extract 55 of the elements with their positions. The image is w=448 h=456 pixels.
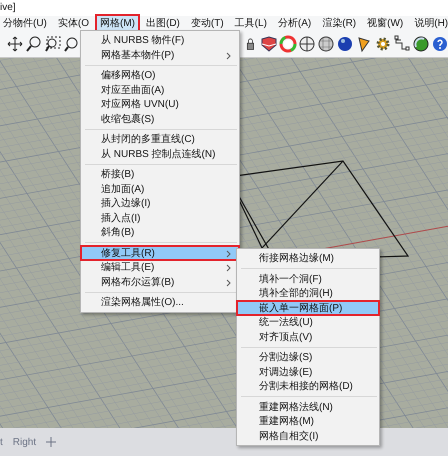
pan-icon[interactable] — [6, 35, 24, 53]
gear-icon[interactable] — [374, 35, 392, 53]
menu-item[interactable]: 编辑工具(E) — [81, 260, 239, 274]
menu-item[interactable]: 分割边缘(S) — [237, 350, 379, 364]
menu-bar-item[interactable]: 说明(H) — [411, 16, 448, 31]
menu-item[interactable]: 网格布尔运算(B) — [81, 274, 239, 289]
viewport-tab[interactable]: Right — [12, 436, 36, 448]
menu-item[interactable]: 偏移网格(O) — [81, 68, 239, 82]
menu-item[interactable]: 对应网格 UVN(U) — [81, 97, 239, 112]
menu-item[interactable]: 收缩包裹(S) — [81, 112, 239, 126]
mesh-sphere-icon[interactable] — [317, 35, 335, 53]
menu-item[interactable]: 分割未相接的网格(D) — [237, 379, 379, 394]
menu-item[interactable]: 从 NURBS 物件(F) — [81, 33, 239, 48]
zoom-icon[interactable] — [25, 35, 43, 53]
menu-item[interactable]: 重建网格法线(N) — [237, 400, 379, 414]
menu-item[interactable]: 嵌入单一网格面(P) — [237, 300, 379, 315]
zoom-window-icon[interactable] — [44, 35, 62, 53]
color-wheel-icon[interactable] — [279, 35, 297, 53]
menu-bar-item[interactable]: 实体(O — [54, 16, 92, 31]
menu-bar-item[interactable]: 视窗(W) — [364, 16, 406, 31]
menu-item[interactable]: 填补全部的洞(H) — [237, 286, 379, 300]
menu-item[interactable]: 统一法线(U) — [237, 315, 379, 330]
shield-icon[interactable] — [260, 35, 278, 53]
menu-item[interactable]: 桥接(B) — [81, 167, 239, 182]
menu-item[interactable]: 追加面(A) — [81, 182, 239, 196]
menu-item[interactable]: 斜角(B) — [81, 225, 239, 240]
shaded-sphere-icon[interactable] — [336, 35, 354, 53]
menu-item[interactable]: 对应至曲面(A) — [81, 82, 239, 97]
menu-item[interactable]: 插入点(I) — [81, 210, 239, 225]
menu-item[interactable]: 网格基本物件(P) — [81, 48, 239, 62]
tree-icon[interactable] — [393, 35, 411, 53]
menu-item[interactable]: 渲染网格属性(O)... — [81, 295, 239, 310]
menu-item[interactable]: 从封闭的多重直线(C) — [81, 132, 239, 146]
menu-item[interactable]: 衔接网格边缘(M) — [237, 251, 379, 266]
viewport-tab[interactable]: t — [0, 436, 3, 448]
window-title: ive] — [0, 2, 16, 14]
menu-item[interactable]: 从 NURBS 控制点连线(N) — [81, 146, 239, 161]
menu-bar-item[interactable]: 渲染(R) — [319, 16, 360, 31]
menu-bar-item[interactable]: 分物件(U) — [0, 16, 50, 31]
menu-item[interactable]: 插入边缘(I) — [81, 196, 239, 210]
menu-item[interactable]: 重建网格(M) — [237, 414, 379, 428]
menu-bar-item[interactable]: 网格(M) — [97, 16, 138, 31]
menu-item[interactable]: 网格自相交(I) — [237, 428, 379, 443]
menu-item[interactable]: 对调边缘(E) — [237, 364, 379, 379]
sphere-icon[interactable] — [298, 35, 316, 53]
menu-item[interactable]: 填补一个洞(F) — [237, 272, 379, 286]
move-icon[interactable] — [46, 437, 56, 447]
menu-bar-item[interactable]: 出图(D) — [143, 16, 183, 31]
render-ball-icon[interactable] — [412, 35, 430, 53]
menu-bar-item[interactable]: 分析(A) — [274, 16, 314, 31]
menu-item[interactable]: 修复工具(R) — [81, 246, 239, 260]
menu-item[interactable]: 对齐顶点(V) — [237, 330, 379, 344]
help-icon[interactable] — [431, 35, 448, 53]
menu-bar-item[interactable]: 变动(T) — [188, 16, 227, 31]
menu-bar-item[interactable]: 工具(L) — [232, 16, 270, 31]
